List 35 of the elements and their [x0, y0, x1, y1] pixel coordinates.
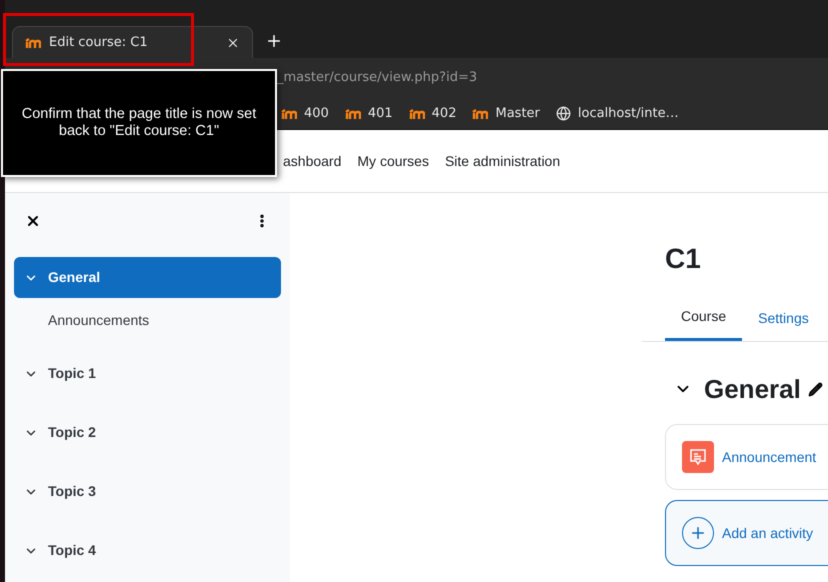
activity-link[interactable]: Announcement — [722, 446, 816, 468]
moodle-icon — [472, 108, 488, 118]
bookmark[interactable]: 402 — [408, 104, 456, 124]
moodle-icon — [281, 108, 297, 118]
section-link[interactable]: Topic 4 — [14, 530, 281, 571]
browser-tab[interactable]: Edit course: C1 — [12, 26, 253, 58]
new-tab-icon[interactable] — [265, 32, 283, 50]
section-link[interactable]: General — [14, 257, 281, 298]
moodle-icon — [408, 108, 425, 118]
moodle-icon — [344, 108, 361, 118]
section-link[interactable]: Topic 2 — [14, 412, 281, 453]
close-icon[interactable] — [25, 213, 41, 229]
section-link[interactable]: Topic 3 — [14, 471, 281, 512]
moodle-icon — [25, 38, 41, 48]
bookmark[interactable]: Master — [472, 104, 540, 124]
nav-link[interactable]: My courses — [357, 150, 429, 172]
course-title: C1 — [665, 245, 702, 273]
activity-link[interactable]: Announcements — [14, 298, 281, 335]
pencil-icon[interactable] — [808, 382, 823, 396]
nav-link[interactable]: Site administration — [444, 150, 560, 172]
tab-title: Edit course: C1 — [49, 34, 149, 52]
add-activity-button[interactable]: Add an activity — [665, 500, 828, 566]
section-link[interactable]: Topic 1 — [14, 353, 281, 394]
bookmark[interactable]: 401 — [344, 104, 393, 124]
address-bar-text[interactable]: _master/course/view.php?id=3 — [277, 68, 478, 88]
plus-icon — [682, 517, 714, 549]
course-tab[interactable]: Settings — [742, 295, 825, 341]
nav-link[interactable]: ashboard — [283, 150, 342, 172]
section-title: General — [704, 376, 801, 402]
course-tab[interactable]: Course — [665, 295, 742, 341]
tooltip: Confirm that the page title is now set back to "Edit course: C1" — [1, 69, 277, 177]
forum-icon — [682, 441, 714, 473]
globe-icon — [556, 106, 571, 121]
bookmark[interactable]: localhost/inte… — [556, 104, 679, 124]
bookmark[interactable]: 400 — [281, 104, 329, 124]
